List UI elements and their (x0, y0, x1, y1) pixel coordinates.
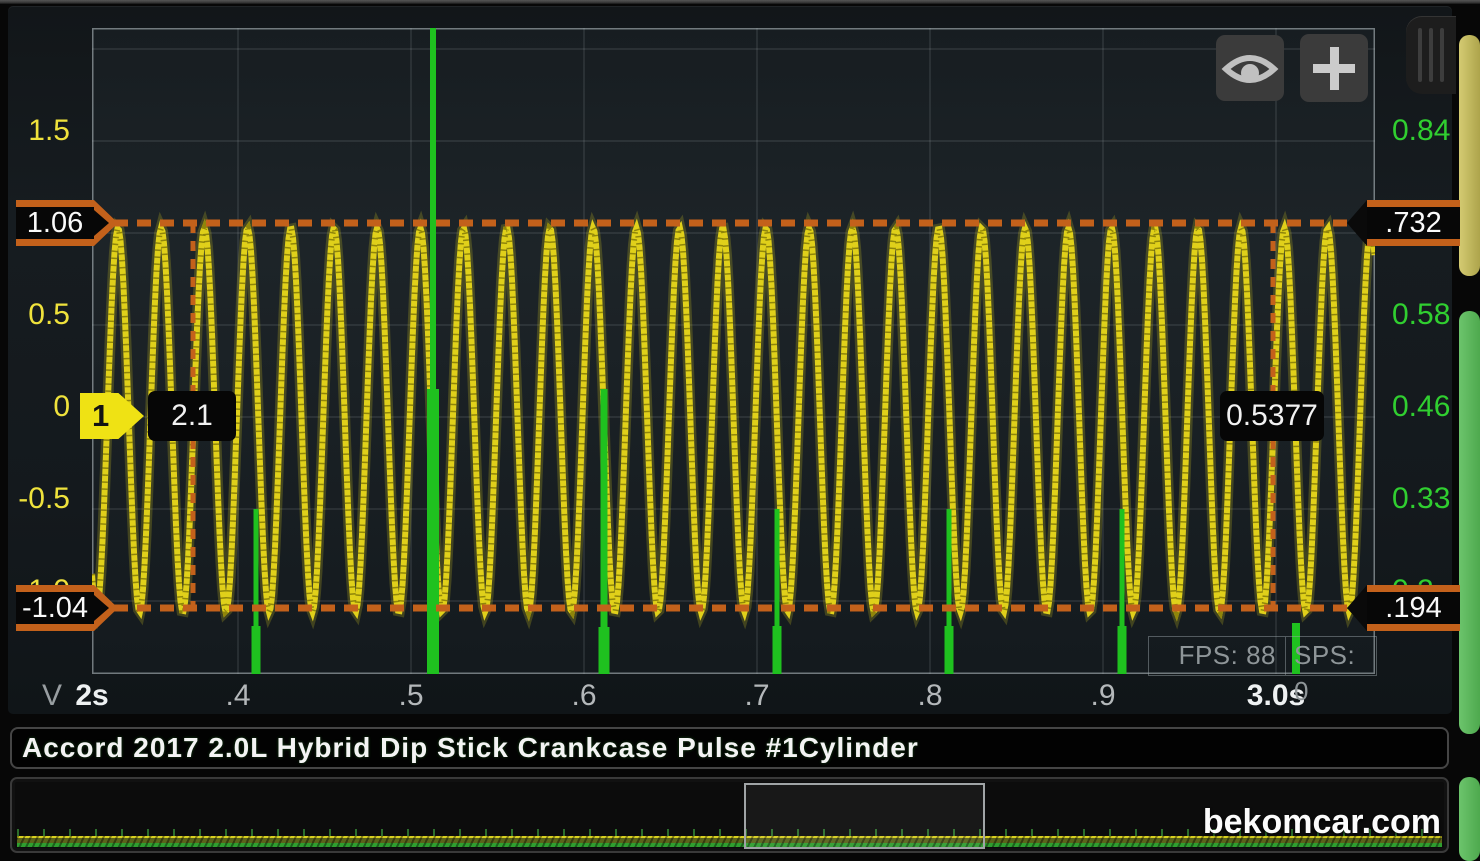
time-axis-label: V (42, 679, 62, 713)
recording-title: Accord 2017 2.0L Hybrid Dip Stick Crankc… (12, 732, 919, 764)
channel-2-pulse (252, 626, 261, 674)
time-axis-label: .6 (571, 679, 596, 713)
plus-icon (1330, 47, 1339, 90)
y-axis-label-right: 0.58 (1392, 298, 1450, 332)
bezel-highlight (0, 0, 1480, 4)
viewport-selection[interactable] (744, 783, 985, 849)
waveform-plot[interactable] (92, 28, 1375, 674)
cursor-marker-max-right[interactable]: .732 (1347, 200, 1460, 246)
time-axis-label: .5 (398, 679, 423, 713)
time-axis-label: .8 (917, 679, 942, 713)
waveform-overview-scrollbar[interactable]: bekomcar.com (10, 777, 1449, 853)
channel-2-pulse (427, 389, 439, 674)
drawer-handle-grip (1429, 28, 1433, 82)
time-axis-label: .7 (744, 679, 769, 713)
drawer-handle-grip (1440, 28, 1444, 82)
marker-arrow-right-icon (94, 585, 118, 631)
cursor-marker-min-right[interactable]: .194 (1347, 585, 1460, 631)
cursor1-value-tag: 2.1 (148, 391, 236, 441)
add-channel-button[interactable] (1300, 34, 1368, 102)
y-axis-label-left: 0 (8, 390, 70, 424)
y-axis-label-right: 0.84 (1392, 114, 1450, 148)
drawer-handle-grip (1418, 28, 1422, 82)
y-axis-label-right: 0.33 (1392, 482, 1450, 516)
channel-2-pulse (599, 627, 610, 674)
oscilloscope-app: 1.50.50-0.5-1.0 0.840.580.460.330.2 V2s.… (0, 0, 1480, 861)
cursor-marker-max-left[interactable]: 1.06 (16, 200, 128, 246)
fps-readout: FPS: 88 (1149, 637, 1286, 675)
marker-arrow-left-icon (1347, 585, 1367, 631)
visibility-button[interactable] (1216, 35, 1284, 101)
y-axis-label-left: 1.5 (8, 114, 70, 148)
y-axis-label-left: -0.5 (8, 482, 70, 516)
cursor2-value-tag: 0.5377 (1220, 391, 1324, 441)
marker-arrow-left-icon (1347, 200, 1367, 246)
time-axis-label: 2s (75, 679, 108, 713)
channel-2-pulse (773, 626, 782, 674)
sps-readout: SPS: 0 (1286, 637, 1376, 675)
time-axis-label: .4 (225, 679, 250, 713)
recording-title-bar: Accord 2017 2.0L Hybrid Dip Stick Crankc… (10, 727, 1449, 769)
scroll-handle[interactable] (1459, 777, 1480, 861)
cursor-marker-min-left[interactable]: -1.04 (16, 585, 128, 631)
eye-icon (1216, 35, 1284, 101)
watermark: bekomcar.com (1203, 803, 1441, 842)
channel-1-scale-handle[interactable] (1459, 35, 1480, 276)
side-drawer-handle[interactable] (1406, 16, 1456, 94)
y-axis-label-right: 0.46 (1392, 390, 1450, 424)
marker-arrow-right-icon (94, 200, 118, 246)
channel-2-pulse (1118, 626, 1127, 674)
time-axis-label: .9 (1090, 679, 1115, 713)
channel-2-pulse (945, 626, 954, 674)
scope-screen: 1.50.50-0.5-1.0 0.840.580.460.330.2 V2s.… (8, 6, 1452, 714)
channel-2-scale-handle[interactable] (1459, 311, 1480, 734)
y-axis-label-left: 0.5 (8, 298, 70, 332)
frame-rate-panel: FPS: 88 SPS: 0 (1148, 636, 1377, 676)
